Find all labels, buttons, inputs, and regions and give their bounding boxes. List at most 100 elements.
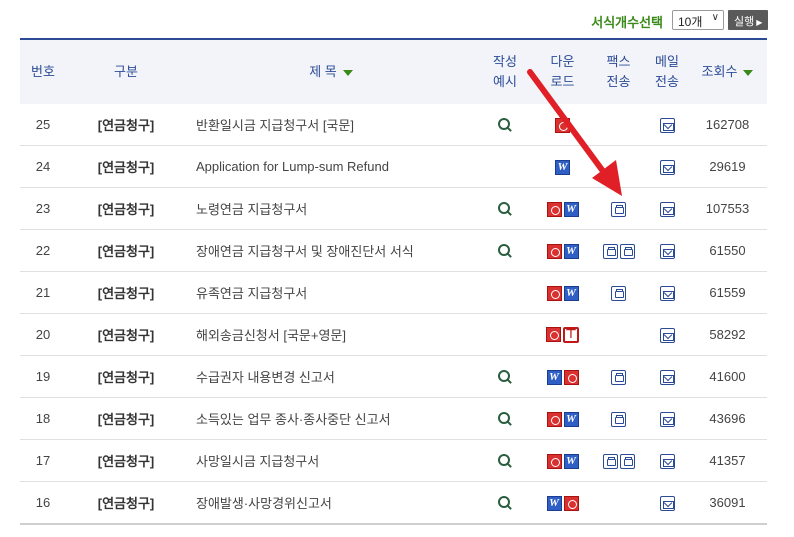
run-button[interactable]: 실행 ▶ xyxy=(728,10,768,30)
hwp-file-icon[interactable] xyxy=(563,495,579,511)
row-title-link[interactable]: Application for Lump-sum Refund xyxy=(186,146,476,188)
row-views: 29619 xyxy=(709,159,746,174)
row-mail xyxy=(646,146,688,188)
row-fax xyxy=(591,272,646,314)
row-mail xyxy=(646,440,688,482)
mail-icon[interactable] xyxy=(659,411,675,427)
row-fax xyxy=(591,230,646,272)
row-download: W xyxy=(534,482,591,525)
row-title-link[interactable]: 노령연금 지급청구서 xyxy=(186,188,476,230)
hwp-file-icon[interactable] xyxy=(563,369,579,385)
mail-icon[interactable] xyxy=(659,159,675,175)
row-download: 丅 xyxy=(534,314,591,356)
forms-table: 번호 구분 제 목 작성 예시 다운 로드 팩스 전송 메일 전송 조회수 25 [연금청… xyxy=(20,38,767,525)
row-download: W xyxy=(534,146,591,188)
table-row: 18 [연금청구] 소득있는 업무 종사·종사중단 신고서 W 43696 xyxy=(20,398,767,440)
word-file-icon[interactable]: W xyxy=(563,243,579,259)
fax-icon[interactable] xyxy=(619,243,635,259)
word-file-icon[interactable]: W xyxy=(563,201,579,217)
row-fax xyxy=(591,104,646,146)
mail-icon[interactable] xyxy=(659,495,675,511)
row-num: 25 xyxy=(35,117,51,132)
fax-icon[interactable] xyxy=(611,285,626,301)
hwp-file-icon[interactable] xyxy=(546,201,562,217)
row-title-link[interactable]: 장애발생·사망경위신고서 xyxy=(186,482,476,525)
row-example xyxy=(476,440,534,482)
row-title-link[interactable]: 수급권자 내용변경 신고서 xyxy=(186,356,476,398)
zoom-icon[interactable] xyxy=(497,243,513,259)
row-title-link[interactable]: 소득있는 업무 종사·종사중단 신고서 xyxy=(186,398,476,440)
mail-icon[interactable] xyxy=(659,243,675,259)
pdf-file-icon[interactable]: 丅 xyxy=(563,326,579,343)
hwp-file-icon[interactable] xyxy=(546,453,562,469)
row-title-link[interactable]: 해외송금신청서 [국문+영문] xyxy=(186,314,476,356)
zoom-icon[interactable] xyxy=(497,201,513,217)
row-category: [연금청구] xyxy=(97,328,155,343)
word-file-icon[interactable]: W xyxy=(563,411,579,427)
mail-icon[interactable] xyxy=(659,117,675,133)
header-download-line2: 로드 xyxy=(550,74,575,89)
row-category: [연금청구] xyxy=(97,370,155,385)
zoom-icon[interactable] xyxy=(497,117,513,133)
table-row: 17 [연금청구] 사망일시금 지급청구서 W 41357 xyxy=(20,440,767,482)
word-file-icon[interactable]: W xyxy=(546,369,562,385)
row-fax xyxy=(591,188,646,230)
word-file-icon[interactable]: W xyxy=(563,453,579,469)
mail-icon[interactable] xyxy=(659,285,675,301)
row-num: 24 xyxy=(35,159,51,174)
row-title-link[interactable]: 유족연금 지급청구서 xyxy=(186,272,476,314)
form-count-select[interactable]: 10개 ∨ xyxy=(672,10,724,30)
row-num: 19 xyxy=(35,369,51,384)
row-views: 43696 xyxy=(709,411,746,426)
fax-icon[interactable] xyxy=(611,369,626,385)
zoom-icon[interactable] xyxy=(497,453,513,469)
row-download xyxy=(534,104,591,146)
table-row: 19 [연금청구] 수급권자 내용변경 신고서 W 41600 xyxy=(20,356,767,398)
row-title-link[interactable]: 장애연금 지급청구서 및 장애진단서 서식 xyxy=(186,230,476,272)
table-row: 25 [연금청구] 반환일시금 지급청구서 [국문] 162708 xyxy=(20,104,767,146)
row-category: [연금청구] xyxy=(97,118,155,133)
fax-icon[interactable] xyxy=(611,201,626,217)
fax-icon[interactable] xyxy=(619,453,635,469)
header-download: 다운 로드 xyxy=(534,39,591,104)
zoom-icon[interactable] xyxy=(497,495,513,511)
word-file-icon[interactable]: W xyxy=(546,495,562,511)
row-num: 17 xyxy=(35,453,51,468)
word-file-icon[interactable]: W xyxy=(555,159,570,175)
row-fax xyxy=(591,356,646,398)
table-header-row: 번호 구분 제 목 작성 예시 다운 로드 팩스 전송 메일 전송 조회수 xyxy=(20,39,767,104)
zoom-icon[interactable] xyxy=(497,369,513,385)
row-views: 41357 xyxy=(709,453,746,468)
zoom-icon[interactable] xyxy=(497,411,513,427)
row-views: 58292 xyxy=(709,327,746,342)
row-views: 36091 xyxy=(709,495,746,510)
row-title-link[interactable]: 반환일시금 지급청구서 [국문] xyxy=(186,104,476,146)
mail-icon[interactable] xyxy=(659,369,675,385)
row-example xyxy=(476,356,534,398)
header-views[interactable]: 조회수 xyxy=(688,39,767,104)
row-category: [연금청구] xyxy=(97,454,155,469)
row-mail xyxy=(646,230,688,272)
form-count-select-value: 10개 xyxy=(678,15,703,29)
mail-icon[interactable] xyxy=(659,453,675,469)
word-file-icon[interactable]: W xyxy=(563,285,579,301)
row-views: 41600 xyxy=(709,369,746,384)
header-fax: 팩스 전송 xyxy=(591,39,646,104)
header-example-line1: 작성 xyxy=(493,54,517,69)
fax-icon[interactable] xyxy=(602,453,618,469)
table-row: 20 [연금청구] 해외송금신청서 [국문+영문] 丅 58292 xyxy=(20,314,767,356)
hwp-file-icon[interactable] xyxy=(546,327,561,343)
row-num: 22 xyxy=(35,243,51,258)
hwp-file-icon[interactable] xyxy=(555,117,570,133)
hwp-file-icon[interactable] xyxy=(546,243,562,259)
hwp-file-icon[interactable] xyxy=(546,285,562,301)
row-example xyxy=(476,272,534,314)
header-title[interactable]: 제 목 xyxy=(186,39,476,104)
fax-icon[interactable] xyxy=(602,243,618,259)
fax-icon[interactable] xyxy=(611,411,626,427)
mail-icon[interactable] xyxy=(659,327,675,343)
mail-icon[interactable] xyxy=(659,201,675,217)
hwp-file-icon[interactable] xyxy=(546,411,562,427)
run-button-label: 실행 xyxy=(734,16,755,28)
row-title-link[interactable]: 사망일시금 지급청구서 xyxy=(186,440,476,482)
